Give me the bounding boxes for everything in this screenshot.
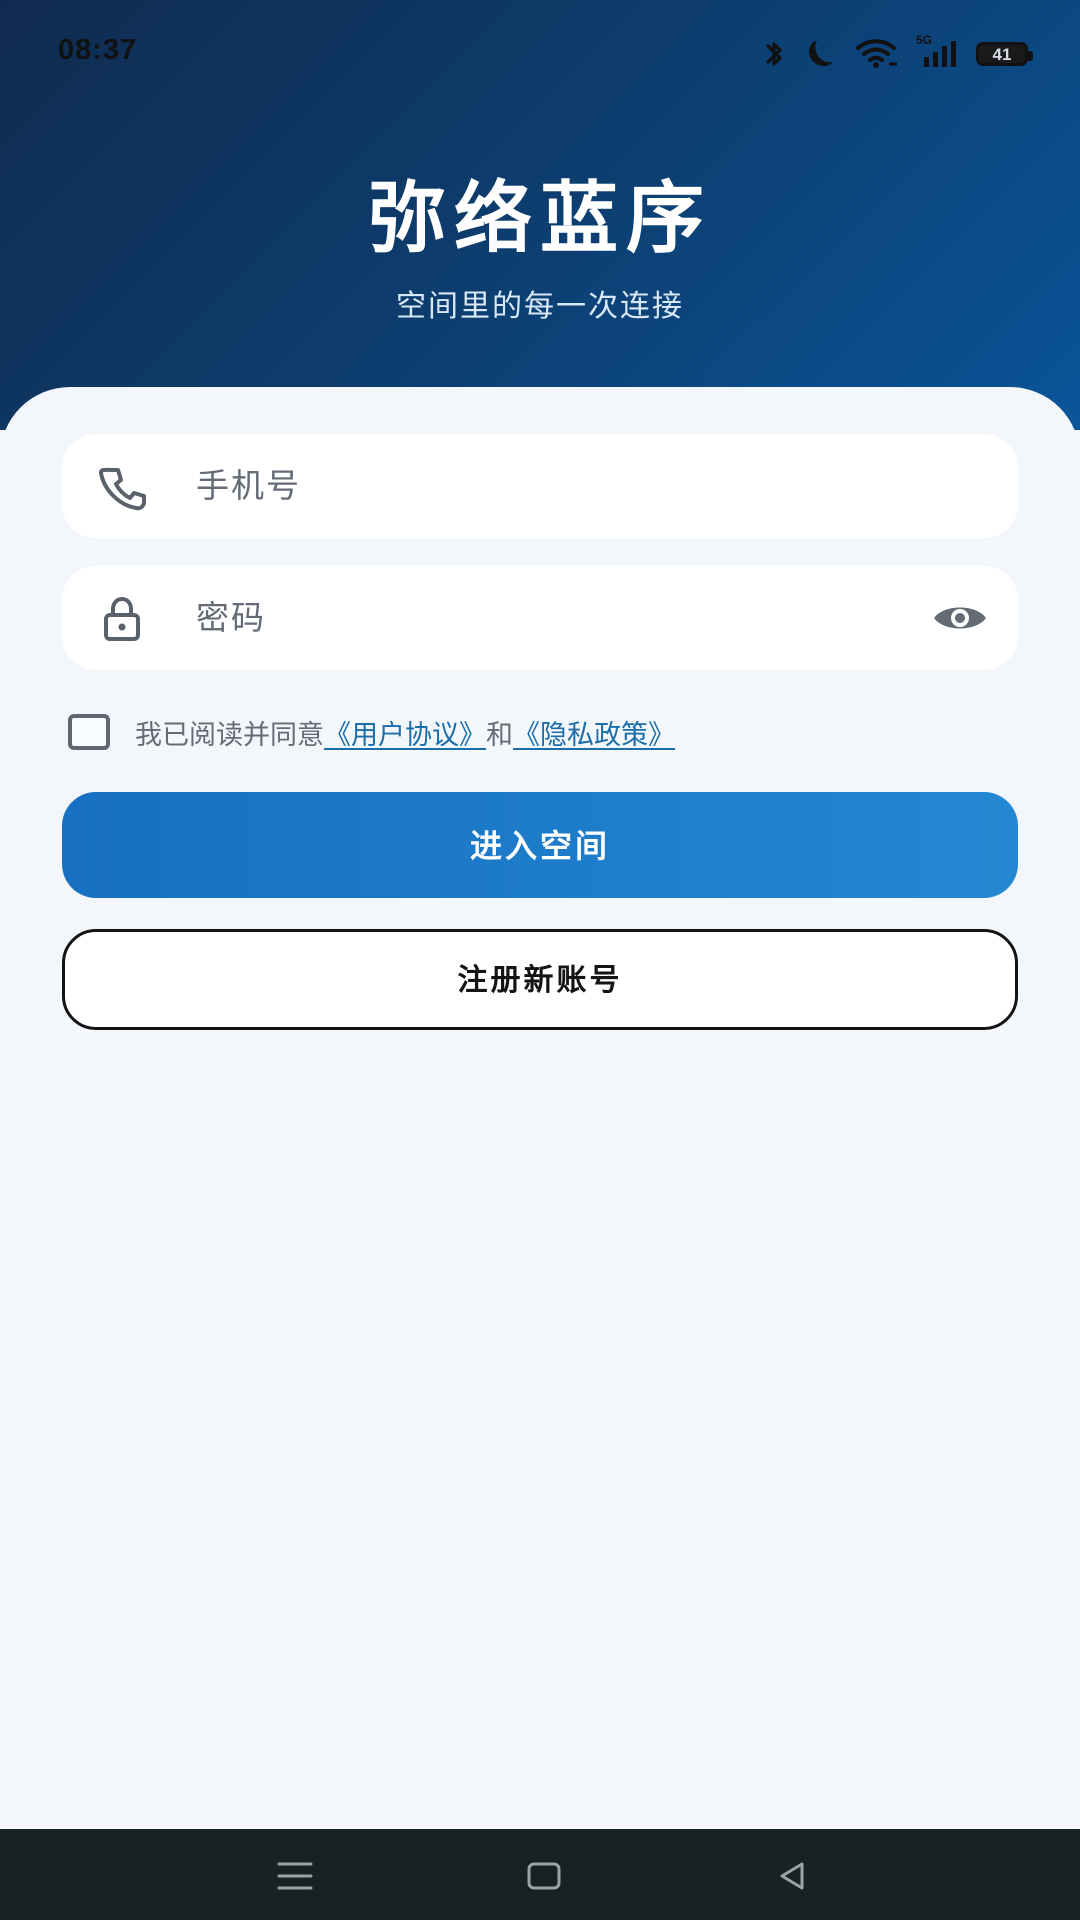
user-agreement-link[interactable]: 《用户协议》 [324,713,486,752]
phone-icon [99,467,146,511]
home-icon[interactable] [520,1852,568,1900]
app-subtitle: 空间里的每一次连接 [396,289,684,324]
battery-level: 41 [992,45,1012,64]
system-navigation-bar [0,1829,1080,1920]
status-bar: 08:37 5G 41 [58,33,1033,74]
phone-input[interactable]: 手机号 [62,434,1018,538]
battery-icon: 41 [976,42,1033,66]
phone-placeholder: 手机号 [196,466,301,505]
privacy-policy-link[interactable]: 《隐私政策》 [513,713,675,752]
eye-icon[interactable] [932,596,988,640]
network-label: 5G [916,33,933,47]
bluetooth-icon [766,42,782,66]
status-icons: 5G 41 [764,33,1033,71]
agreement-connector: 和 [486,719,513,751]
menu-icon[interactable] [271,1852,319,1900]
agreement-prefix: 我已阅读并同意 [135,719,324,751]
register-account-button[interactable]: 注册新账号 [62,929,1018,1030]
moon-icon [809,40,833,67]
password-input[interactable]: 密码 [62,566,1018,670]
agreement-checkbox[interactable] [68,714,110,750]
password-placeholder: 密码 [196,598,266,637]
status-time: 08:37 [58,34,138,66]
back-icon[interactable] [768,1852,816,1900]
login-screen: 08:37 5G 41 弥络蓝序 空间里的每一次连接 手机号 密码 我已阅读并同… [0,0,1080,1920]
wifi-icon [856,39,897,68]
cellular-signal-icon: 5G [916,33,958,71]
enter-space-button[interactable]: 进入空间 [62,792,1018,898]
agreement-row: 我已阅读并同意 《用户协议》 和 《隐私政策》 [68,710,675,754]
lock-icon [104,596,140,641]
app-title: 弥络蓝序 [367,174,712,264]
